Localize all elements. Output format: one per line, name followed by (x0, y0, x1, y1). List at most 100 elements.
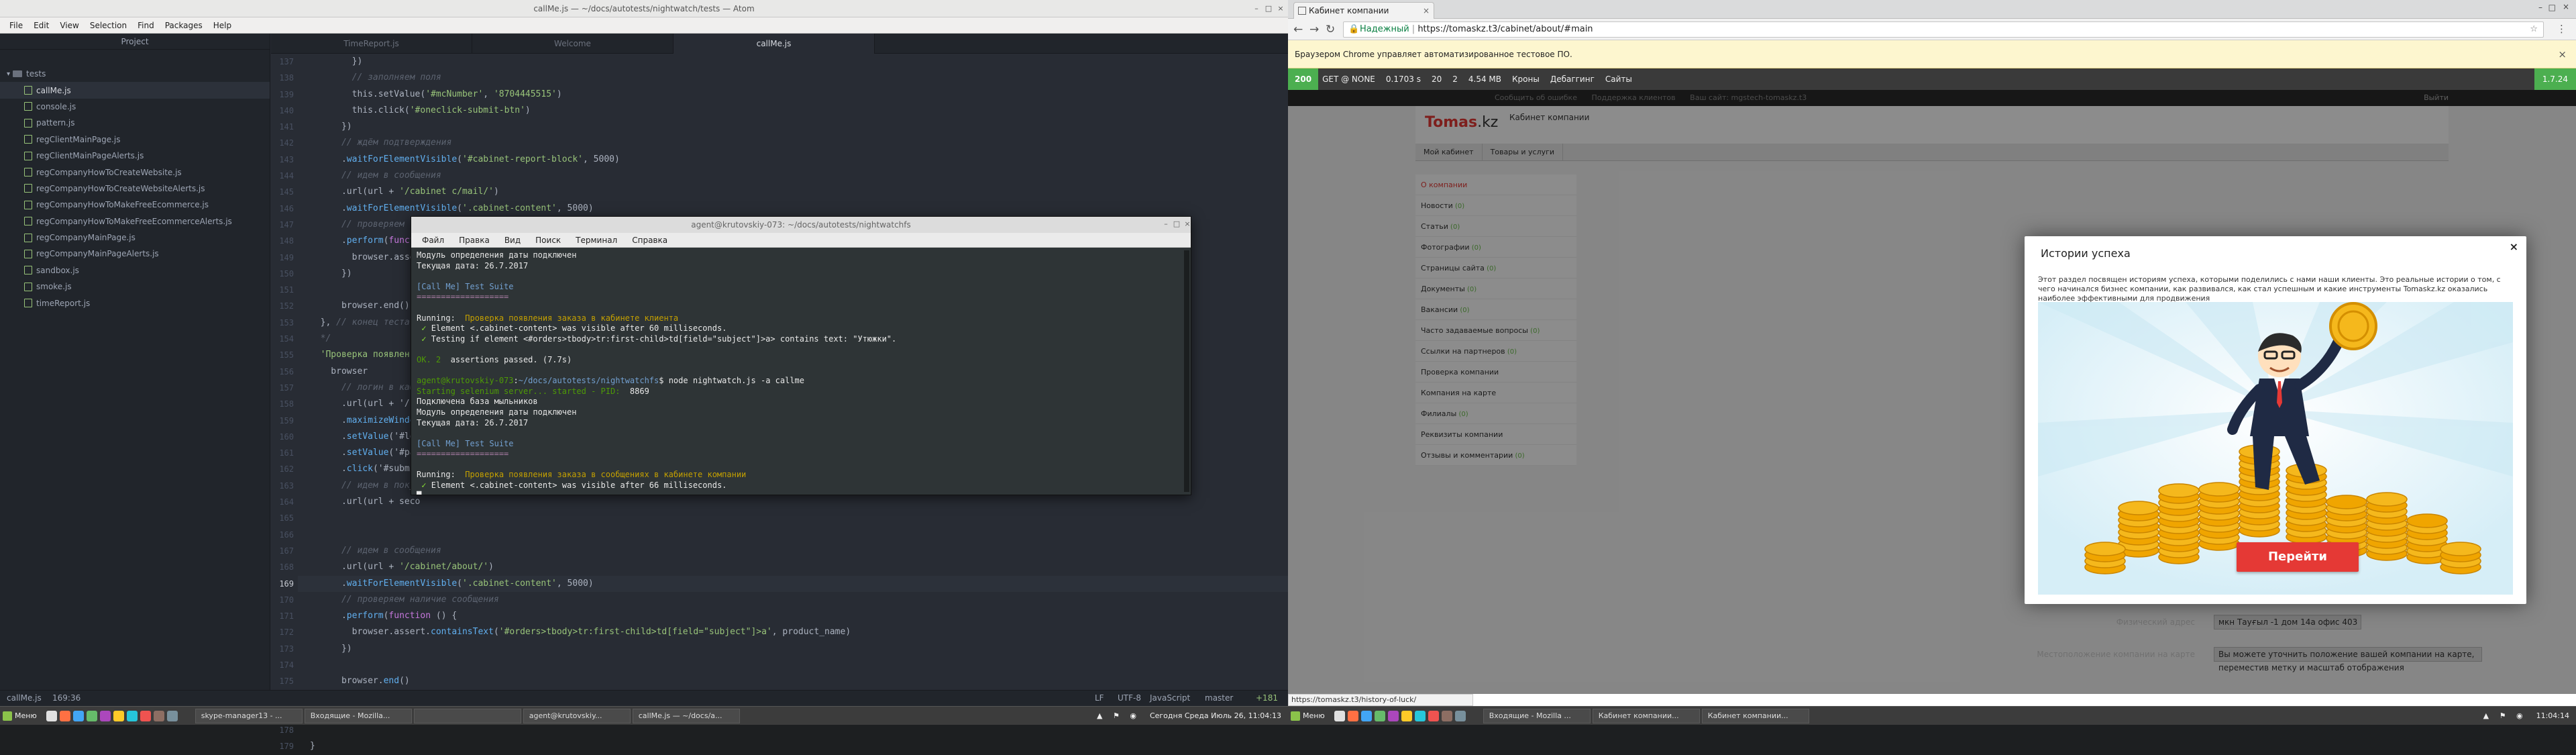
tree-file[interactable]: regClientMainPage.js (0, 132, 270, 148)
terminal-close-button[interactable]: × (1183, 219, 1192, 229)
tree-folder-tests[interactable]: ▾ tests (0, 66, 270, 82)
back-icon[interactable]: ← (1293, 23, 1303, 36)
app-launcher-icon[interactable] (140, 710, 151, 721)
tree-file[interactable]: regCompanyHowToCreateWebsite.js (0, 164, 270, 180)
terminal-output[interactable]: Модуль определения даты подключен Текущая… (411, 248, 1191, 495)
taskbar-window-button[interactable]: Кабинет компании... (1592, 708, 1700, 723)
app-launcher-icon[interactable] (72, 710, 84, 721)
tree-file[interactable]: regCompanyHowToMakeFreeEcommerce.js (0, 197, 270, 213)
app-launcher-icon[interactable] (1414, 710, 1426, 721)
status-cursor-position[interactable]: 169:36 (52, 693, 80, 703)
app-launcher-icon[interactable] (1360, 710, 1372, 721)
app-launcher-icon[interactable] (46, 710, 57, 721)
browser-tab[interactable]: Кабинет компании × (1293, 2, 1434, 19)
status-branch[interactable]: master (1205, 693, 1233, 703)
taskbar-clock-right[interactable]: 11:04:14 (2536, 711, 2569, 720)
tree-file[interactable]: regCompanyMainPage.js (0, 230, 270, 246)
debug-item[interactable]: Сайты (1605, 74, 1632, 84)
taskbar-window-button[interactable]: Входящие - Mozilla... (304, 708, 412, 723)
menu-edit[interactable]: Edit (28, 21, 54, 30)
minimize-button[interactable]: – (1252, 4, 1261, 13)
forward-icon[interactable]: → (1309, 23, 1319, 36)
terminal-scrollbar[interactable] (1184, 250, 1189, 492)
close-button[interactable]: × (1276, 4, 1285, 13)
status-grammar[interactable]: JavaScript (1150, 693, 1190, 703)
omnibox[interactable]: 🔒 Надежный | https://tomaskz.t3/cabinet/… (1343, 21, 2544, 38)
tree-file[interactable]: smoke.js (0, 279, 270, 295)
tray-icons-right[interactable]: ▲ ⚑ ◉ (2483, 711, 2527, 720)
tree-file[interactable]: regCompanyHowToMakeFreeEcommerceAlerts.j… (0, 213, 270, 230)
window-maximize-button[interactable]: □ (2548, 3, 2556, 12)
tree-file[interactable]: callMe.js (0, 82, 270, 99)
tree-file[interactable]: regCompanyMainPageAlerts.js (0, 246, 270, 262)
taskbar-window-button[interactable] (413, 708, 521, 723)
app-launcher-icon[interactable] (1454, 710, 1466, 721)
menu-find[interactable]: Find (132, 21, 160, 30)
modal-close-icon[interactable]: × (2510, 240, 2518, 253)
reload-icon[interactable]: ↻ (1326, 23, 1335, 36)
debug-item[interactable]: GET @ NONE (1322, 74, 1375, 84)
app-launcher-icon[interactable] (99, 710, 111, 721)
menu-file[interactable]: File (4, 21, 28, 30)
terminal-menu-item[interactable]: Файл (422, 236, 444, 245)
app-launcher-icon[interactable] (153, 710, 164, 721)
taskbar-window-button[interactable]: skype-manager13 - ... (195, 708, 303, 723)
app-launcher-icon[interactable] (126, 710, 138, 721)
taskbar-window-button[interactable]: Входящие - Mozilla ... (1483, 708, 1591, 723)
app-launcher-icon[interactable] (1441, 710, 1452, 721)
debug-item[interactable]: Кроны (1512, 74, 1540, 84)
menu-help[interactable]: Help (208, 21, 237, 30)
maximize-button[interactable]: □ (1264, 4, 1273, 13)
window-close-button[interactable]: × (2563, 2, 2569, 11)
app-launcher-icon[interactable] (86, 710, 97, 721)
taskbar-window-button[interactable]: Кабинет компании... (1701, 708, 1809, 723)
menu-selection[interactable]: Selection (85, 21, 132, 30)
tab-callme-js[interactable]: callMe.js (674, 34, 875, 54)
app-launcher-icon[interactable] (1428, 710, 1439, 721)
debug-item[interactable]: 4.54 MB (1468, 74, 1501, 84)
tab-timereport-js[interactable]: TimeReport.js (271, 34, 472, 54)
taskbar-window-button[interactable]: callMe.js — ~/docs/a... (632, 708, 740, 723)
window-minimize-button[interactable]: – (2538, 3, 2542, 12)
terminal-menu-item[interactable]: Вид (504, 236, 521, 245)
menu-view[interactable]: View (54, 21, 84, 30)
app-launcher-icon[interactable] (59, 710, 70, 721)
terminal-maximize-button[interactable]: □ (1172, 219, 1181, 229)
tree-file[interactable]: timeReport.js (0, 295, 270, 311)
debug-item[interactable]: 2 (1452, 74, 1458, 84)
chrome-menu-icon[interactable]: ⋮ (2557, 23, 2567, 35)
app-launcher-icon[interactable] (1334, 710, 1345, 721)
debug-item[interactable]: 20 (1432, 74, 1442, 84)
terminal-menu-item[interactable]: Терминал (576, 236, 617, 245)
tree-file[interactable]: console.js (0, 99, 270, 115)
tab-welcome[interactable]: Welcome (472, 34, 674, 54)
taskbar-clock[interactable]: Сегодня Среда Июль 26, 11:04:13 (1150, 711, 1281, 720)
app-launcher-icon[interactable] (166, 710, 178, 721)
tab-close-icon[interactable]: × (1423, 3, 1430, 19)
start-menu-button[interactable]: Меню (3, 709, 37, 723)
app-launcher-icon[interactable] (1387, 710, 1399, 721)
terminal-menu-item[interactable]: Поиск (535, 236, 561, 245)
go-button[interactable]: Перейти (2237, 542, 2359, 572)
terminal-minimize-button[interactable]: – (1161, 219, 1171, 229)
menu-packages[interactable]: Packages (160, 21, 208, 30)
app-launcher-icon[interactable] (1347, 710, 1358, 721)
terminal-menu-item[interactable]: Справка (632, 236, 667, 245)
tray-icons[interactable]: ▲ ⚑ ◉ (1097, 711, 1140, 720)
taskbar-window-button[interactable]: agent@krutovskiy... (523, 708, 631, 723)
debug-version[interactable]: 1.7.24 (2534, 68, 2576, 90)
app-launcher-icon[interactable] (1374, 710, 1385, 721)
bookmark-star-icon[interactable]: ☆ (2530, 22, 2538, 37)
tree-file[interactable]: regClientMainPageAlerts.js (0, 148, 270, 164)
app-launcher-icon[interactable] (1401, 710, 1412, 721)
debug-status-code[interactable]: 200 (1288, 68, 1319, 90)
start-menu-button-right[interactable]: Меню (1291, 709, 1325, 723)
app-launcher-icon[interactable] (113, 710, 124, 721)
tree-file[interactable]: regCompanyHowToCreateWebsiteAlerts.js (0, 181, 270, 197)
debug-item[interactable]: 0.1703 s (1386, 74, 1421, 84)
status-line-ending[interactable]: LF (1095, 693, 1104, 703)
tree-file[interactable]: sandbox.js (0, 262, 270, 279)
status-file[interactable]: callMe.js (7, 693, 42, 703)
status-encoding[interactable]: UTF-8 (1118, 693, 1141, 703)
debug-item[interactable]: Дебаггинг (1550, 74, 1595, 84)
